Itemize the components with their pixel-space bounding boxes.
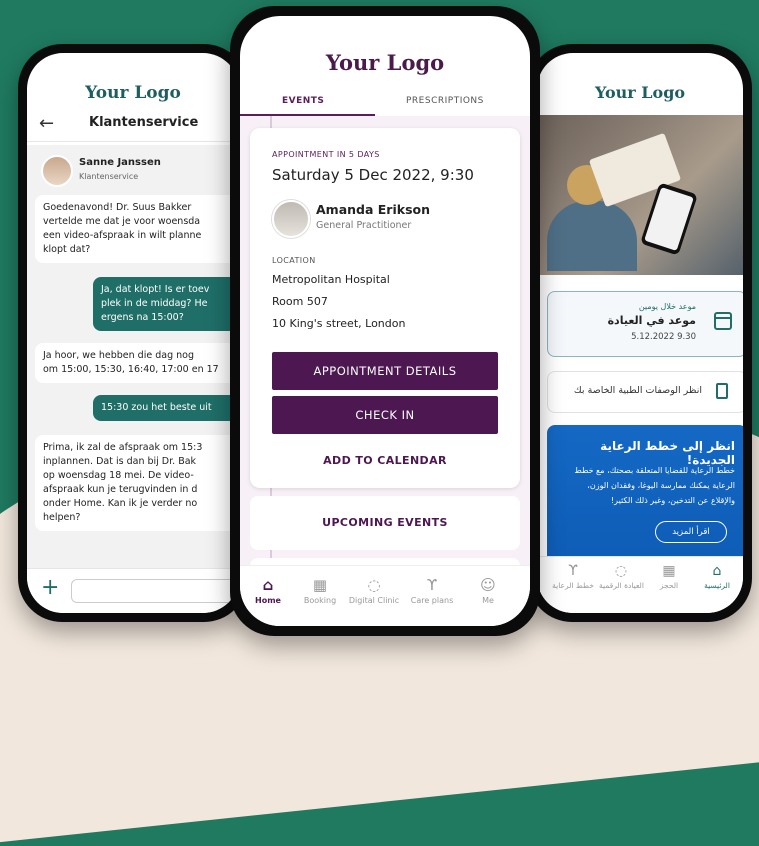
chat-header: ← Klantenservice — [27, 111, 239, 142]
child-figure — [547, 201, 637, 271]
calendar-icon — [714, 312, 732, 330]
sprout-icon: ϒ — [568, 563, 578, 579]
nav-item-me[interactable]: ☺ Me — [460, 576, 516, 605]
nav-item-digital-clinic[interactable]: ◌ Digital Clinic — [346, 576, 402, 605]
nav-item-home[interactable]: ⌂ الرئيسية — [695, 563, 739, 590]
logo: Your Logo — [85, 83, 181, 103]
prescriptions-label: انظر الوصفات الطبية الخاصة بك — [573, 385, 702, 396]
logo: Your Logo — [325, 50, 445, 75]
location-line: Metropolitan Hospital — [272, 273, 390, 286]
calendar-icon: ▦ — [312, 576, 328, 594]
agent-avatar — [41, 155, 73, 187]
agent-role: Klantenservice — [79, 172, 139, 181]
prescriptions-row[interactable]: انظر الوصفات الطبية الخاصة بك — [547, 371, 743, 413]
doctor-name: Amanda Erikson — [316, 202, 430, 217]
appointment-card[interactable]: موعد خلال يومين موعد في العيادة 5.12.202… — [547, 291, 743, 357]
nav-item-digital-clinic[interactable]: ◌ العيادة الرقمية — [599, 563, 644, 590]
appointment-details-button[interactable]: APPOINTMENT DETAILS — [272, 352, 498, 390]
read-more-button[interactable]: اقرأ المزيد — [655, 521, 727, 543]
back-arrow-icon[interactable]: ← — [39, 113, 54, 134]
agent-header: Sanne Janssen Klantenservice — [41, 155, 161, 187]
calendar-icon: ▦ — [662, 563, 676, 579]
nav-item-home[interactable]: ⌂ Home — [240, 576, 296, 605]
bottom-nav: ⌂ الرئيسية ▦ الحجز ◌ العيادة الرقمية ϒ خ… — [537, 556, 743, 613]
tablet-illustration — [640, 182, 698, 256]
message-input[interactable] — [71, 579, 239, 603]
agent-name: Sanne Janssen — [79, 157, 161, 168]
smiley-icon: ☺ — [480, 576, 496, 594]
home-icon: ⌂ — [712, 563, 722, 579]
prescription-icon — [716, 383, 728, 399]
care-plans-promo: انظر إلى خطط الرعاية الجديدة! خطط الرعاي… — [547, 425, 743, 563]
chat-title: Klantenservice — [89, 115, 199, 130]
chat-message: Prima, ik zal de afspraak om 15:3 inplan… — [35, 435, 239, 531]
chat-screen: Your Logo ← Klantenservice Sanne Janssen… — [27, 53, 239, 613]
appointment-title: موعد في العيادة — [607, 314, 696, 327]
doctor-role: General Practitioner — [316, 220, 412, 231]
nav-item-care-plans[interactable]: ϒ خطط الرعاية — [551, 563, 595, 590]
logo: Your Logo — [594, 83, 686, 102]
phone-arabic-home: Your Logo موعد خلال يومين موعد في العياد… — [528, 44, 752, 622]
event-date: Saturday 5 Dec 2022, 9:30 — [272, 166, 474, 184]
home-icon: ⌂ — [262, 576, 274, 594]
chat-composer: + — [27, 568, 239, 613]
tab-events[interactable]: EVENTS — [282, 96, 324, 106]
nav-item-booking[interactable]: ▦ Booking — [292, 576, 348, 605]
chat-message: Ja, dat klopt! Is er toev plek in de mid… — [93, 277, 239, 331]
chat-message: Goedenavond! Dr. Suus Bakker vertelde me… — [35, 195, 239, 263]
hero-image — [537, 115, 743, 275]
event-label: APPOINTMENT IN 5 DAYS — [272, 150, 380, 159]
arabic-home-screen: Your Logo موعد خلال يومين موعد في العياد… — [537, 53, 743, 613]
check-in-button[interactable]: CHECK IN — [272, 396, 498, 434]
bottom-nav: ⌂ Home ▦ Booking ◌ Digital Clinic ϒ Care… — [240, 565, 530, 626]
upcoming-events-section[interactable]: UPCOMING EVENTS — [250, 496, 520, 550]
chat-message: Ja hoor, we hebben die dag nog om 15:00,… — [35, 343, 239, 383]
sprout-icon: ϒ — [426, 576, 438, 594]
chat-body: Sanne Janssen Klantenservice Goedenavond… — [27, 145, 239, 569]
chat-bubbles-icon: ◌ — [367, 576, 381, 594]
event-card: APPOINTMENT IN 5 DAYS Saturday 5 Dec 202… — [250, 128, 520, 488]
location-line: 10 King's street, London — [272, 317, 406, 330]
appointment-meta: موعد خلال يومين — [638, 302, 696, 311]
doctor-avatar — [272, 200, 310, 238]
chat-message: 15:30 zou het beste uit — [93, 395, 239, 421]
tab-prescriptions[interactable]: PRESCRIPTIONS — [406, 96, 484, 106]
location-line: Room 507 — [272, 295, 328, 308]
add-to-calendar-button[interactable]: ADD TO CALENDAR — [272, 454, 498, 467]
phone-events: Your Logo EVENTS PRESCRIPTIONS APPOINTME… — [230, 6, 540, 636]
nav-item-booking[interactable]: ▦ الحجز — [647, 563, 691, 590]
nav-item-care-plans[interactable]: ϒ Care plans — [404, 576, 460, 605]
plus-icon[interactable]: + — [41, 575, 59, 600]
appointment-date: 5.12.2022 9.30 — [631, 332, 696, 342]
promo-text: خطط الرعاية للقضايا المتعلقة بصحتك، مع خ… — [574, 466, 735, 505]
chat-icon: ◌ — [614, 563, 628, 579]
phone-chat: Your Logo ← Klantenservice Sanne Janssen… — [18, 44, 248, 622]
tab-bar: EVENTS PRESCRIPTIONS — [240, 86, 530, 116]
location-label: LOCATION — [272, 256, 316, 265]
events-screen: Your Logo EVENTS PRESCRIPTIONS APPOINTME… — [240, 16, 530, 626]
